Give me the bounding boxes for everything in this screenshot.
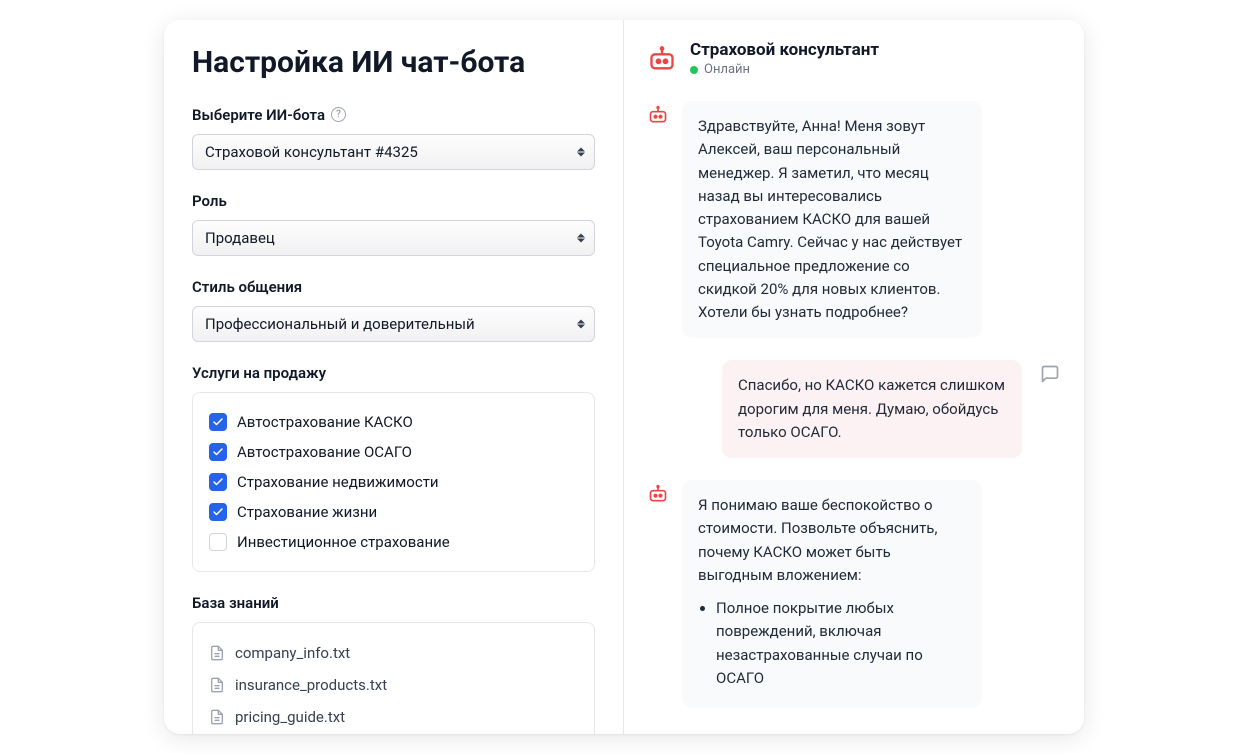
service-label: Автострахование КАСКО <box>237 413 413 431</box>
field-bot-label: Выберите ИИ-бота ? <box>192 106 595 124</box>
bot-message-bubble: Здравствуйте, Анна! Меня зовут Алексей, … <box>682 101 982 338</box>
kb-box: company_info.txt insurance_products.txt … <box>192 622 595 735</box>
status-text: Онлайн <box>704 62 750 77</box>
status-dot-icon <box>690 66 698 74</box>
bot-message-row: Я понимаю ваше беспокойство о стоимости.… <box>648 480 1060 708</box>
file-icon <box>209 709 225 725</box>
file-name: insurance_products.txt <box>235 676 387 694</box>
role-select-value[interactable]: Продавец <box>192 220 595 256</box>
field-services: Услуги на продажу Автострахование КАСКО … <box>192 364 595 572</box>
chat-pane: Страховой консультант Онлайн Здравствуйт… <box>624 20 1084 734</box>
style-select[interactable]: Профессиональный и доверительный <box>192 306 595 342</box>
chat-body[interactable]: Здравствуйте, Анна! Меня зовут Алексей, … <box>624 81 1084 734</box>
file-name: pricing_guide.txt <box>235 708 345 726</box>
service-label: Инвестиционное страхование <box>237 533 450 551</box>
message-list: Полное покрытие любых повреждений, включ… <box>698 597 966 690</box>
chat-status: Онлайн <box>690 62 879 77</box>
style-select-value[interactable]: Профессиональный и доверительный <box>192 306 595 342</box>
message-text: Я понимаю ваше беспокойство о стоимости.… <box>698 496 937 584</box>
service-label: Страхование недвижимости <box>237 473 439 491</box>
checkbox-icon[interactable] <box>209 533 227 551</box>
bot-select[interactable]: Страховой консультант #4325 <box>192 134 595 170</box>
user-message-row: Спасибо, но КАСКО кажется слишком дороги… <box>648 360 1060 458</box>
field-kb: База знаний company_info.txt insurance_p… <box>192 594 595 735</box>
service-item-life[interactable]: Страхование жизни <box>209 497 578 527</box>
field-role: Роль Продавец <box>192 192 595 256</box>
file-name: company_info.txt <box>235 644 350 662</box>
settings-pane: Настройка ИИ чат-бота Выберите ИИ-бота ?… <box>164 20 624 734</box>
checkbox-icon[interactable] <box>209 443 227 461</box>
help-icon[interactable]: ? <box>331 107 346 122</box>
bot-message-row: Здравствуйте, Анна! Меня зовут Алексей, … <box>648 101 1060 338</box>
kb-file[interactable]: company_info.txt <box>209 637 578 669</box>
select-arrows-icon <box>577 233 585 242</box>
field-bot: Выберите ИИ-бота ? Страховой консультант… <box>192 106 595 170</box>
service-label: Страхование жизни <box>237 503 377 521</box>
bot-icon <box>648 484 670 504</box>
message-icon[interactable] <box>1040 364 1060 384</box>
bot-icon <box>648 105 670 125</box>
select-arrows-icon <box>577 319 585 328</box>
file-icon <box>209 677 225 693</box>
checkbox-icon[interactable] <box>209 473 227 491</box>
kb-file[interactable]: insurance_products.txt <box>209 669 578 701</box>
select-arrows-icon <box>577 147 585 156</box>
services-box: Автострахование КАСКО Автострахование ОС… <box>192 392 595 572</box>
kb-file[interactable]: pricing_guide.txt <box>209 701 578 733</box>
file-icon <box>209 645 225 661</box>
service-item-property[interactable]: Страхование недвижимости <box>209 467 578 497</box>
service-item-investment[interactable]: Инвестиционное страхование <box>209 527 578 557</box>
user-message-bubble: Спасибо, но КАСКО кажется слишком дороги… <box>722 360 1022 458</box>
service-item-kasko[interactable]: Автострахование КАСКО <box>209 407 578 437</box>
page-title: Настройка ИИ чат-бота <box>192 44 595 82</box>
service-item-osago[interactable]: Автострахование ОСАГО <box>209 437 578 467</box>
checkbox-icon[interactable] <box>209 503 227 521</box>
bot-message-bubble: Я понимаю ваше беспокойство о стоимости.… <box>682 480 982 708</box>
bot-icon <box>648 45 676 73</box>
bot-select-value[interactable]: Страховой консультант #4325 <box>192 134 595 170</box>
field-style: Стиль общения Профессиональный и доверит… <box>192 278 595 342</box>
checkbox-icon[interactable] <box>209 413 227 431</box>
service-label: Автострахование ОСАГО <box>237 443 412 461</box>
chat-header: Страховой консультант Онлайн <box>624 20 1084 81</box>
field-role-label: Роль <box>192 192 595 210</box>
list-item: Полное покрытие любых повреждений, включ… <box>716 597 966 690</box>
chat-title: Страховой консультант <box>690 40 879 60</box>
label-text: Выберите ИИ-бота <box>192 106 325 124</box>
field-kb-label: База знаний <box>192 594 595 612</box>
field-style-label: Стиль общения <box>192 278 595 296</box>
field-services-label: Услуги на продажу <box>192 364 595 382</box>
settings-card: Настройка ИИ чат-бота Выберите ИИ-бота ?… <box>164 20 1084 734</box>
role-select[interactable]: Продавец <box>192 220 595 256</box>
